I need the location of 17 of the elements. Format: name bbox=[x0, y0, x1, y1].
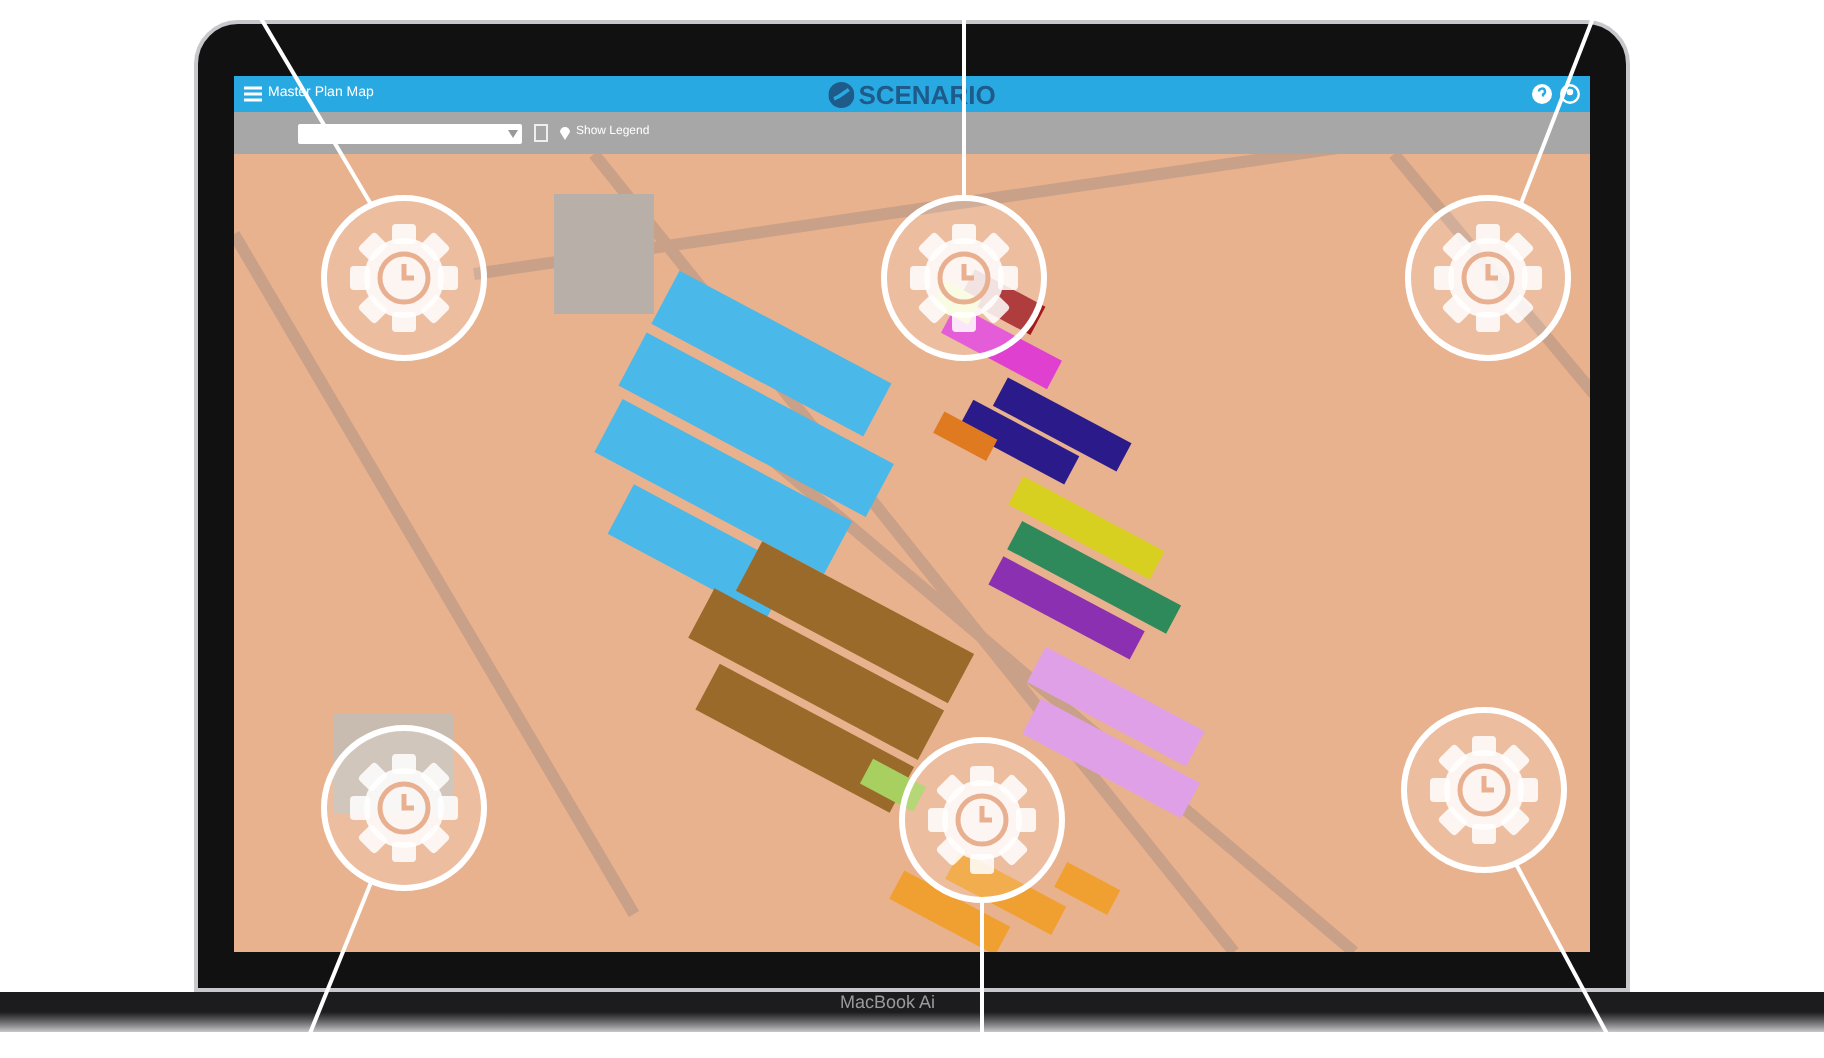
select-field[interactable] bbox=[298, 123, 522, 143]
document-icon[interactable] bbox=[534, 124, 548, 142]
help-icon[interactable] bbox=[1532, 84, 1552, 104]
land-parcel bbox=[889, 870, 1011, 952]
gear-clock-icon bbox=[881, 195, 1047, 361]
laptop-model-label: MacBook Ai bbox=[840, 992, 936, 1016]
caret-icon bbox=[508, 129, 518, 137]
gear-clock-icon bbox=[1401, 707, 1567, 873]
menu-icon[interactable] bbox=[244, 86, 262, 102]
gear-clock-icon bbox=[1405, 195, 1571, 361]
gear-clock-icon bbox=[321, 195, 487, 361]
gear-clock-icon bbox=[321, 725, 487, 891]
logo-icon bbox=[828, 81, 855, 107]
user-icon[interactable] bbox=[1560, 84, 1580, 104]
pin-icon bbox=[560, 126, 570, 140]
building bbox=[554, 194, 654, 314]
gear-clock-icon bbox=[899, 737, 1065, 903]
